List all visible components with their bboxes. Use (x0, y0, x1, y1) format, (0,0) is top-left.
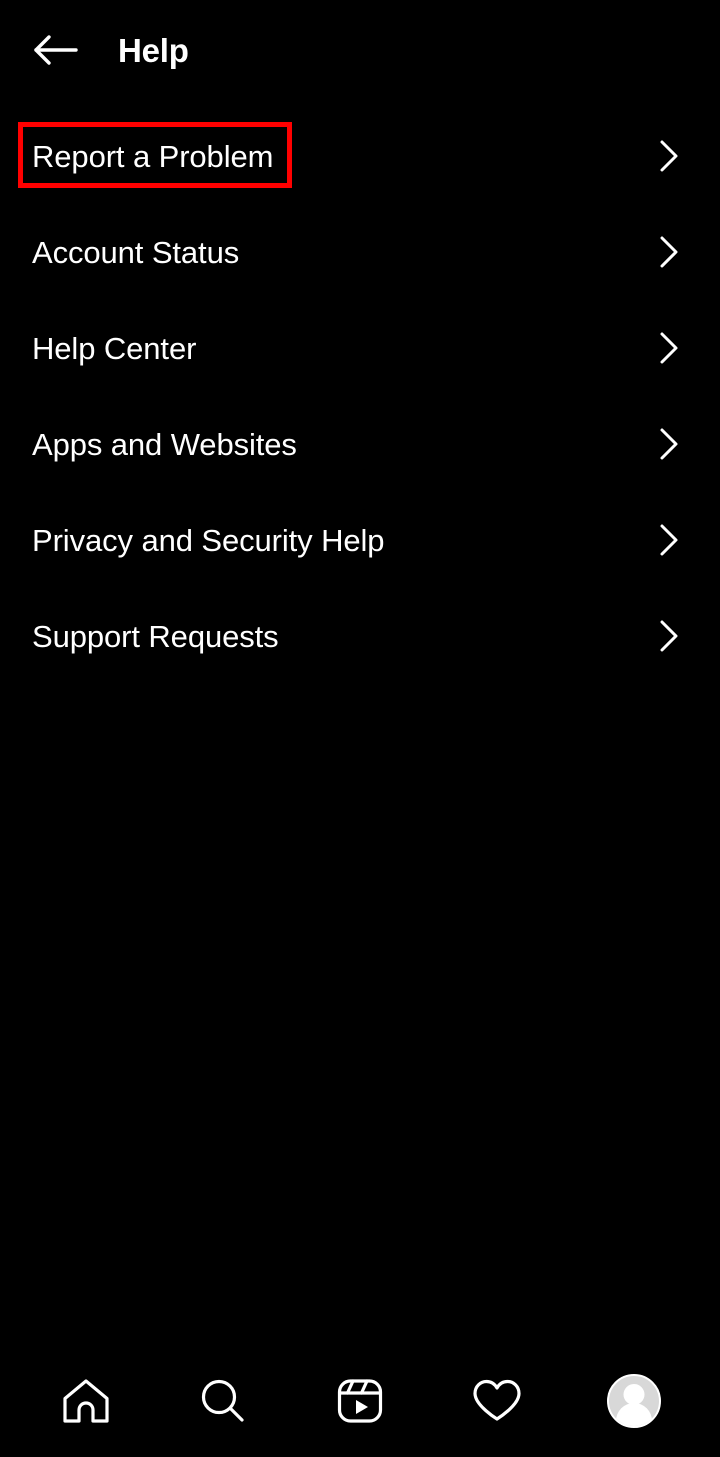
back-button[interactable] (28, 22, 84, 78)
home-icon (61, 1377, 111, 1425)
arrow-left-icon (33, 34, 79, 66)
chevron-right-icon (656, 619, 682, 653)
menu-item-privacy-and-security-help[interactable]: Privacy and Security Help (0, 492, 720, 588)
chevron-right-icon (656, 523, 682, 557)
menu-item-label: Privacy and Security Help (32, 522, 385, 558)
nav-item-home[interactable] (36, 1361, 136, 1441)
menu-item-label: Report a Problem (32, 138, 274, 174)
profile-avatar-icon (606, 1373, 661, 1428)
chevron-right-icon (656, 235, 682, 269)
menu-item-label: Account Status (32, 234, 240, 270)
heart-icon (471, 1377, 523, 1425)
nav-item-profile[interactable] (584, 1361, 684, 1441)
menu-item-label: Help Center (32, 330, 197, 366)
menu-item-help-center[interactable]: Help Center (0, 300, 720, 396)
search-icon (198, 1376, 248, 1426)
nav-item-reels[interactable] (310, 1361, 410, 1441)
app-header: Help (0, 0, 720, 100)
nav-item-activity[interactable] (447, 1361, 547, 1441)
bottom-navigation-bar (0, 1344, 720, 1457)
menu-item-apps-and-websites[interactable]: Apps and Websites (0, 396, 720, 492)
chevron-right-icon (656, 139, 682, 173)
avatar-head (623, 1383, 645, 1405)
menu-item-account-status[interactable]: Account Status (0, 204, 720, 300)
nav-item-search[interactable] (173, 1361, 273, 1441)
chevron-right-icon (656, 427, 682, 461)
menu-item-label: Support Requests (32, 618, 279, 654)
avatar-body (615, 1402, 652, 1426)
reels-icon (336, 1376, 384, 1426)
menu-item-report-a-problem[interactable]: Report a Problem (0, 108, 720, 204)
menu-item-label: Apps and Websites (32, 426, 297, 462)
chevron-right-icon (656, 331, 682, 365)
help-menu-list: Report a Problem Account Status Help Cen… (0, 108, 720, 684)
menu-item-support-requests[interactable]: Support Requests (0, 588, 720, 684)
page-title: Help (118, 31, 189, 69)
